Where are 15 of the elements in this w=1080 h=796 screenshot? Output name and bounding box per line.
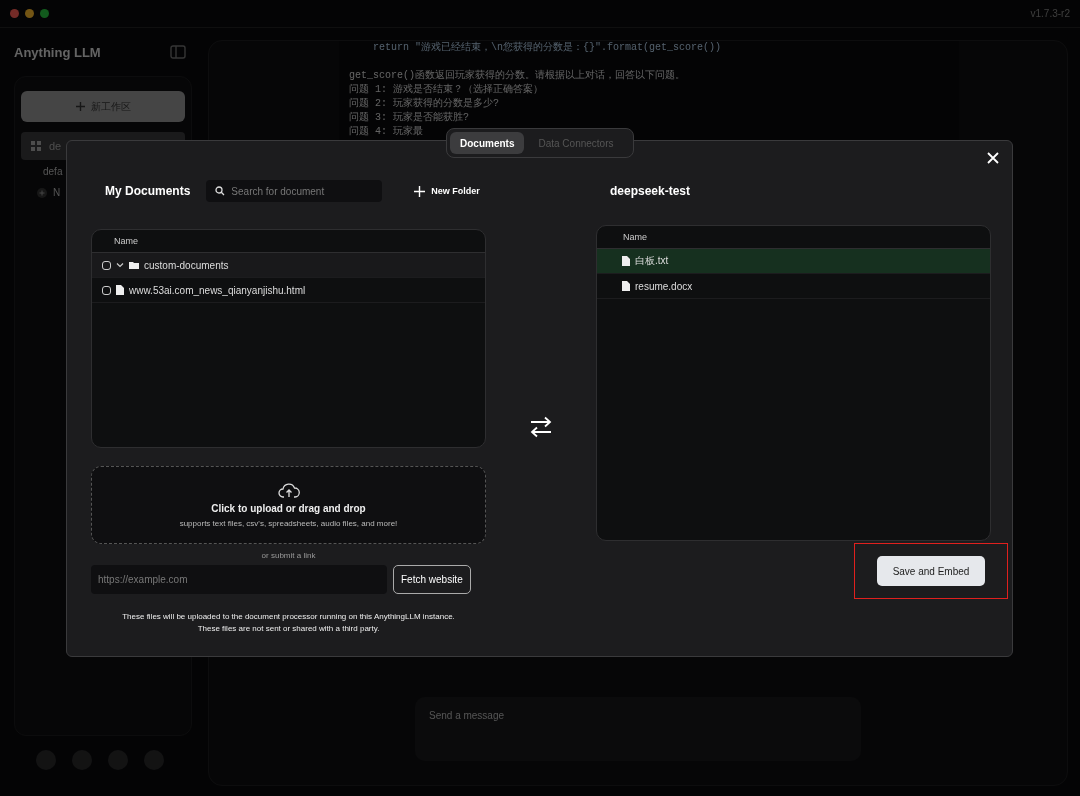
file-name: resume.docx [635, 280, 693, 292]
column-header: Name [623, 232, 647, 242]
workspace-title: deepseek-test [610, 184, 691, 198]
file-name: 白板.txt [635, 254, 669, 268]
section-title: My Documents [105, 184, 191, 198]
upload-title: Click to upload or drag and drop [211, 503, 366, 514]
link-hint: or submit a link [260, 551, 317, 560]
privacy-note: These files will be uploaded to the document processor running on this AnythingLLM instance. [122, 611, 455, 623]
privacy-note: These files are not sent or shared with a third party. [197, 623, 380, 635]
upload-hint: supports text files, csv's, spreadsheets, audio files, and more! [179, 519, 398, 528]
version-label: v1.7.3-r2 [1030, 8, 1070, 19]
file-name: www.53ai.com_news_qianyanjishu.html [129, 284, 306, 296]
app-logo: Anything LLM [14, 44, 101, 60]
column-header: Name [114, 236, 138, 246]
file-name: custom-documents [144, 259, 229, 271]
